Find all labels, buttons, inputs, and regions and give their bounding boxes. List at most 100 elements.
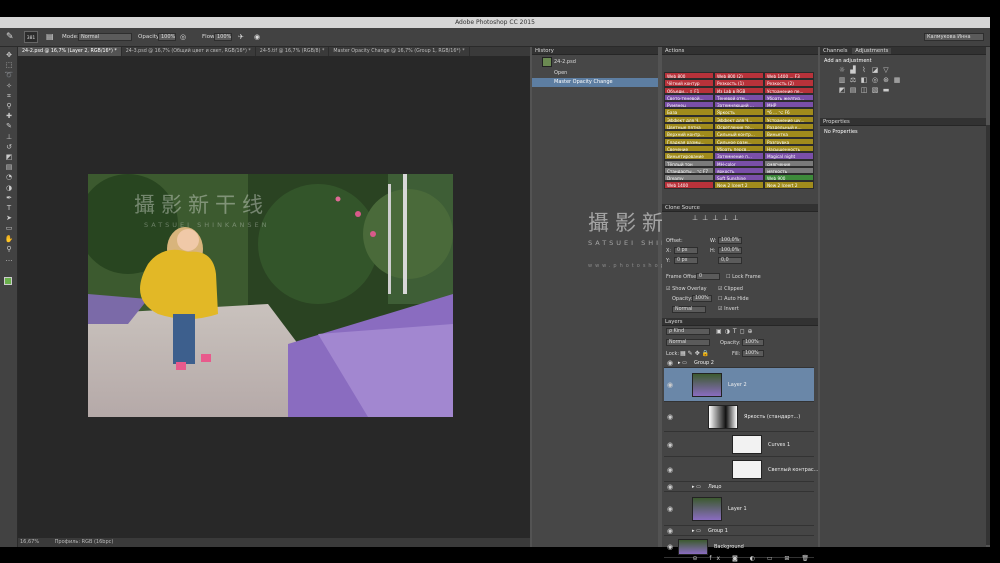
color-balance-icon[interactable]: ⚖ (849, 77, 857, 84)
action-button[interactable]: Soft Sunshine (714, 174, 764, 182)
width-input[interactable]: 100,0% (718, 237, 742, 244)
eye-icon[interactable]: ◉ (667, 466, 673, 474)
pen-tool-icon[interactable]: ✒ (4, 194, 14, 202)
layer-row[interactable]: ◉ Яркость (стандарт...) (664, 402, 814, 432)
history-item-master-opacity[interactable]: Master Opacity Change (532, 78, 658, 87)
y-offset-input[interactable]: 0 px (674, 257, 698, 264)
mode-select[interactable]: Normal (78, 33, 132, 41)
action-button[interactable]: Разгрувка (764, 137, 814, 145)
action-button[interactable]: яркость (714, 166, 764, 175)
layer-row[interactable]: ◉ Светлый контрас... (664, 457, 818, 482)
posterize-icon[interactable]: ▤ (849, 87, 857, 94)
action-button[interactable]: Web 1400 (664, 181, 714, 189)
folder-icon[interactable]: ▸ ▭ (678, 360, 687, 366)
action-button[interactable]: Свечение (664, 144, 714, 153)
layer-row[interactable]: ◉ ▸ ▭ Лицо (664, 482, 814, 492)
action-button[interactable]: Верхний контр... (664, 130, 714, 138)
action-button[interactable]: Эффект для Ч... (714, 115, 764, 124)
invert-icon[interactable]: ◩ (838, 87, 846, 94)
layer-blend-mode[interactable]: Normal (666, 339, 710, 346)
gradient-tool-icon[interactable]: ▤ (4, 163, 14, 171)
hue-saturation-icon[interactable]: ▥ (838, 77, 846, 84)
invert-checkbox[interactable]: ☑ Invert (718, 306, 739, 312)
workspace-switcher[interactable]: Калмукова Инна (924, 33, 984, 41)
black-white-icon[interactable]: ◧ (860, 77, 868, 84)
brush-preset-picker[interactable]: 381 (24, 31, 38, 43)
show-overlay-checkbox[interactable]: ☑ Show Overlay (666, 286, 707, 292)
clone-source-slots-icon[interactable]: ⊥⊥⊥⊥⊥ (692, 214, 743, 222)
layer-row[interactable]: ◉ Layer 1 (664, 492, 814, 526)
angle-input[interactable]: 0,0 (718, 257, 742, 264)
pressure-opacity-icon[interactable]: ◎ (180, 32, 186, 42)
gradient-map-icon[interactable]: ▬ (882, 87, 890, 94)
action-button[interactable]: мягкость (764, 166, 814, 175)
tab-adjustments[interactable]: Adjustments (852, 48, 892, 54)
layer-row[interactable]: ◉ ▸ ▭ Group 2 (664, 358, 814, 368)
action-button[interactable]: Стандарты... ⌥ F7 (664, 166, 714, 175)
layer-row[interactable]: ◉ Layer 2 (664, 368, 814, 402)
tab-channels[interactable]: Channels (820, 48, 851, 54)
history-item-open[interactable]: Open (532, 69, 658, 78)
history-brush-icon[interactable]: ↺ (4, 143, 14, 151)
action-button[interactable]: Из Lab в RGB (714, 86, 764, 94)
eye-icon[interactable]: ◉ (667, 505, 673, 513)
photo-filter-icon[interactable]: ◎ (871, 77, 879, 84)
history-snapshot[interactable]: 24-2.psd (532, 55, 658, 69)
crop-tool-icon[interactable]: ⌗ (4, 92, 14, 100)
action-button[interactable]: База (664, 108, 714, 116)
action-button[interactable]: МН-color (714, 159, 764, 167)
action-button[interactable]: Эффект для Ч... (664, 115, 714, 124)
action-button[interactable]: *6 ... ⌥ F6 (764, 108, 814, 116)
action-button[interactable]: Web 1400 ... F3 (764, 72, 814, 80)
document-tab[interactable]: 24-5.tif @ 16,7% (RGB/8) * (256, 47, 330, 56)
clipped-checkbox[interactable]: ☑ Clipped (718, 286, 743, 292)
canvas-area[interactable]: 攝影新干线 SATSUEI SHINKANSEN (18, 56, 530, 547)
eraser-tool-icon[interactable]: ◩ (4, 153, 14, 161)
action-button[interactable]: Тёплый тон (664, 159, 714, 167)
action-button[interactable]: Яркость (714, 108, 764, 116)
action-button[interactable]: Magical night (764, 152, 814, 160)
action-button[interactable]: Затемняющий ... (714, 101, 764, 109)
auto-hide-checkbox[interactable]: ☐ Auto Hide (718, 296, 749, 302)
lock-icons[interactable]: ▦✎✥🔒 (680, 350, 711, 357)
action-button[interactable]: Свето-теневой... (664, 93, 714, 102)
curves-icon[interactable]: ⌇ (860, 67, 868, 74)
lock-frame-checkbox[interactable]: ☐ Lock Frame (726, 274, 761, 280)
shape-tool-icon[interactable]: ▭ (4, 224, 14, 232)
fill-input[interactable]: 100% (742, 350, 764, 357)
action-button[interactable]: Раздельный к... (764, 123, 814, 131)
zoom-tool-icon[interactable]: ⚲ (4, 245, 14, 253)
move-tool-icon[interactable]: ✥ (4, 51, 14, 59)
layer-opacity-input[interactable]: 100% (742, 339, 764, 346)
brush-panel-icon[interactable]: ▤ (46, 32, 54, 42)
eye-icon[interactable]: ◉ (667, 527, 673, 535)
eye-icon[interactable]: ◉ (667, 543, 673, 551)
action-button[interactable]: Убрать желтиз... (764, 93, 814, 102)
document-tab[interactable]: 24-3.psd @ 16,7% (Общий цвет и свет, RGB… (122, 47, 256, 56)
eye-icon[interactable]: ◉ (667, 381, 673, 389)
x-offset-input[interactable]: 0 px (674, 247, 698, 254)
overlay-blend-select[interactable]: Normal (672, 306, 706, 313)
folder-icon[interactable]: ▸ ▭ (692, 528, 701, 534)
action-button[interactable]: Устранение пе... (764, 86, 814, 94)
eye-icon[interactable]: ◉ (667, 441, 673, 449)
action-button[interactable]: Убрать персв... (714, 144, 764, 153)
foreground-color-swatch[interactable] (4, 277, 12, 285)
action-button[interactable]: МНР (764, 101, 814, 109)
eye-icon[interactable]: ◉ (667, 413, 673, 421)
clone-stamp-tool-icon[interactable]: ⊥ (4, 133, 14, 141)
document-tab[interactable]: 24-2.psd @ 16,7% (Layer 2, RGB/16*) * (18, 47, 122, 56)
action-button[interactable]: Теневой отм... (714, 93, 764, 102)
document-tab[interactable]: Master Opacity Change @ 16,7% (Group 1, … (329, 47, 470, 56)
eye-icon[interactable]: ◉ (667, 359, 673, 367)
overlay-opacity-input[interactable]: 100% (692, 295, 712, 302)
action-button[interactable]: Сильное разм... (714, 137, 764, 145)
height-input[interactable]: 100,0% (718, 247, 742, 254)
layer-kind-filter[interactable]: ρ Kind (666, 328, 710, 335)
action-button[interactable]: Виньетка (764, 130, 814, 138)
action-button[interactable]: Устранение шу... (764, 115, 814, 124)
action-button[interactable]: Сильный контр... (714, 130, 764, 138)
action-button[interactable]: Гладкая размы... (664, 137, 714, 145)
brightness-icon[interactable]: ☼ (838, 67, 846, 74)
zoom-level[interactable]: 16,67% (20, 539, 39, 545)
